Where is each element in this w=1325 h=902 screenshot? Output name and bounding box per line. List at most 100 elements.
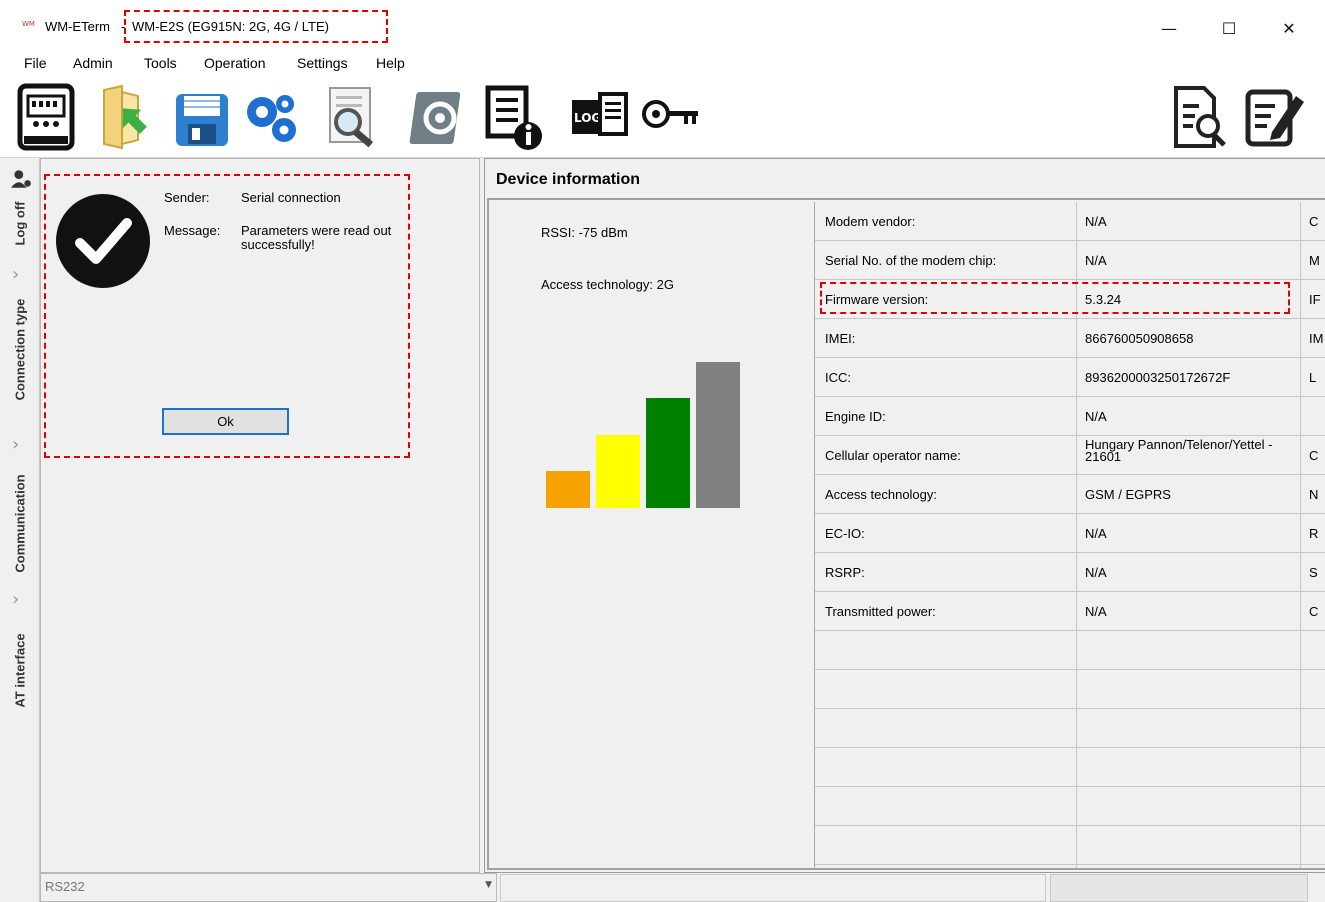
row-value: 866760050908658: [1085, 331, 1194, 346]
menu-operation[interactable]: Operation: [204, 55, 265, 71]
toolbar: LOG: [0, 76, 1325, 158]
app-logo-icon: WM: [22, 20, 35, 28]
row-value: N/A: [1085, 565, 1107, 580]
table-row: Engine ID: N/A: [815, 397, 1325, 436]
dropdown-arrow-icon: ▼: [485, 880, 492, 890]
firmware-gear-icon: [409, 92, 461, 144]
meter-button[interactable]: [14, 82, 78, 152]
row-extra: R: [1309, 526, 1319, 541]
row-extra: L: [1309, 370, 1317, 385]
device-info-icon: [485, 85, 542, 150]
row-name: IMEI:: [825, 331, 856, 346]
message-line-1: Parameters were read out: [241, 223, 392, 238]
row-extra: C: [1309, 448, 1319, 463]
close-icon: ✕: [1282, 18, 1296, 38]
meter-icon: [17, 83, 75, 151]
row-name: Engine ID:: [825, 409, 886, 424]
minimize-icon: —: [1161, 18, 1177, 38]
tab-communication[interactable]: › Communication: [0, 428, 40, 588]
table-row: EC-IO: N/A R: [815, 514, 1325, 553]
status-field: [500, 874, 1046, 902]
row-value: Hungary Pannon/Telenor/Yettel - 21601: [1085, 437, 1273, 464]
folder-open-icon: [103, 84, 147, 150]
row-name: ICC:: [825, 370, 851, 385]
row-extra: M: [1309, 253, 1320, 268]
ok-button-label: Ok: [217, 414, 234, 429]
signal-bar: [596, 435, 640, 508]
svg-text:LOG: LOG: [574, 111, 601, 125]
menu-admin[interactable]: Admin: [73, 55, 113, 71]
table-row: Serial No. of the modem chip: N/A M: [815, 241, 1325, 280]
device-info-button[interactable]: [484, 82, 548, 152]
chevron-right-icon: ›: [12, 434, 20, 455]
panel-title: Device information: [496, 171, 641, 188]
key-button[interactable]: [640, 82, 704, 152]
minimize-button[interactable]: —: [1146, 12, 1192, 44]
menu-bar: File Admin Tools Operation Settings Help: [0, 50, 1325, 76]
log-button[interactable]: LOG: [568, 82, 632, 152]
maximize-button[interactable]: ☐: [1206, 12, 1252, 44]
port-select[interactable]: RS232 ▼: [40, 873, 497, 902]
table-row: [815, 826, 1325, 865]
row-extra: C: [1309, 604, 1319, 619]
close-button[interactable]: ✕: [1266, 12, 1312, 44]
ok-button[interactable]: Ok: [162, 408, 289, 435]
table-row: ICC: 8936200003250172672F L: [815, 358, 1325, 397]
edit-button[interactable]: [1242, 82, 1306, 152]
log-icon: LOG: [572, 92, 628, 136]
title-bar: WM WM-ETerm - WM-E2S (EG915N: 2G, 4G / L…: [0, 0, 1325, 50]
status-progress: [1050, 874, 1308, 902]
menu-tools[interactable]: Tools: [144, 55, 177, 71]
row-value: N/A: [1085, 526, 1107, 541]
menu-help[interactable]: Help: [376, 55, 405, 71]
maximize-icon: ☐: [1221, 18, 1237, 38]
row-name: RSRP:: [825, 565, 865, 580]
edit-icon: [1245, 89, 1304, 147]
chevron-right-icon: ›: [12, 264, 20, 285]
row-value: N/A: [1085, 409, 1107, 424]
row-name: Cellular operator name:: [825, 448, 961, 463]
menu-settings[interactable]: Settings: [297, 55, 348, 71]
signal-bar: [696, 362, 740, 508]
row-value: N/A: [1085, 604, 1107, 619]
tab-connection-type[interactable]: › Connection type: [0, 258, 40, 418]
table-row: Transmitted power: N/A C: [815, 592, 1325, 631]
chevron-right-icon: ›: [12, 589, 20, 610]
access-technology-text: Access technology: 2G: [541, 277, 674, 292]
search-document-icon: [329, 87, 374, 148]
firmware-button[interactable]: [408, 82, 472, 152]
device-title-highlight: [124, 10, 388, 43]
rssi-text: RSSI: -75 dBm: [541, 225, 628, 240]
app-name: WM-ETerm: [45, 19, 110, 34]
row-extra: S: [1309, 565, 1318, 580]
row-name: Transmitted power:: [825, 604, 936, 619]
port-value: RS232: [45, 879, 85, 894]
menu-file[interactable]: File: [24, 55, 47, 71]
table-row: [815, 787, 1325, 826]
report-icon: [1174, 86, 1226, 148]
table-row: [815, 709, 1325, 748]
report-button[interactable]: [1168, 82, 1232, 152]
row-value: N/A: [1085, 253, 1107, 268]
search-document-button[interactable]: [318, 82, 382, 152]
open-button[interactable]: [92, 82, 156, 152]
table-row: [815, 631, 1325, 670]
table-row: IMEI: 866760050908658 IM: [815, 319, 1325, 358]
gears-icon: [247, 95, 296, 142]
row-name: Serial No. of the modem chip:: [825, 253, 997, 268]
tab-at-interface-label: AT interface: [12, 633, 28, 708]
tab-connection-type-label: Connection type: [12, 298, 28, 401]
row-value: GSM / EGPRS: [1085, 487, 1171, 502]
user-icon: [0, 164, 40, 194]
row-name: Modem vendor:: [825, 214, 916, 229]
tab-at-interface[interactable]: › AT interface: [0, 583, 40, 723]
message-label: Message:: [164, 223, 221, 238]
settings-button[interactable]: [240, 82, 304, 152]
tab-log-off[interactable]: Log off: [0, 194, 40, 254]
sender-label: Sender:: [164, 190, 210, 205]
table-row: [815, 670, 1325, 709]
key-icon: [642, 100, 698, 128]
table-row: Access technology: GSM / EGPRS N: [815, 475, 1325, 514]
row-name: EC-IO:: [825, 526, 865, 541]
save-button[interactable]: [170, 82, 234, 152]
